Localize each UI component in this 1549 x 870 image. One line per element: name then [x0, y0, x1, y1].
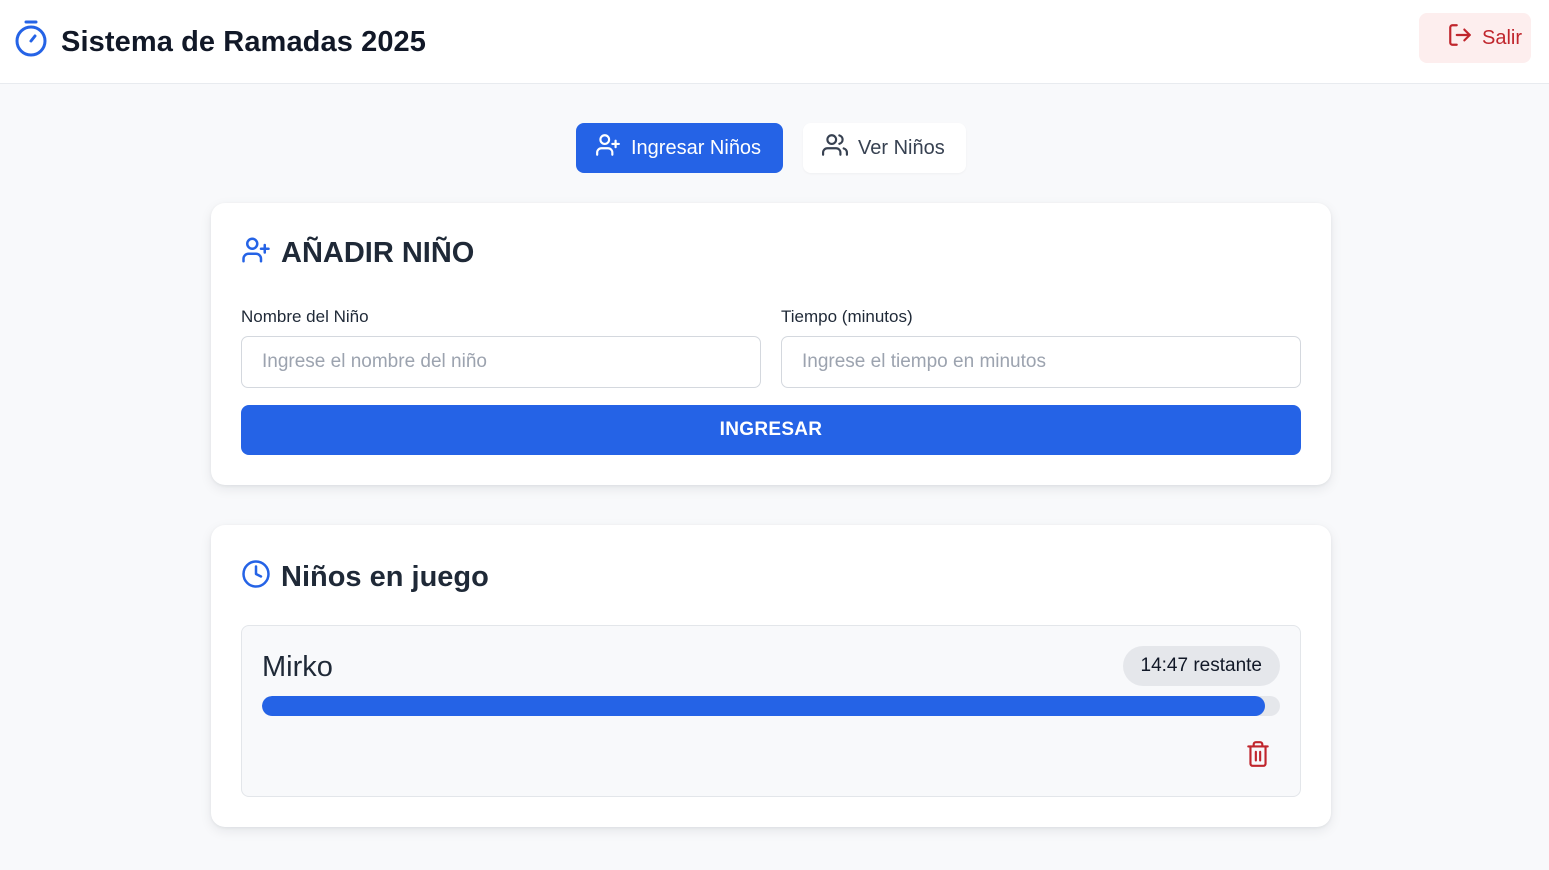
tab-label: Ingresar Niños: [631, 136, 762, 159]
name-field: Nombre del Niño: [241, 306, 761, 388]
time-input[interactable]: [781, 336, 1301, 388]
logout-label: Salir: [1482, 26, 1523, 49]
add-child-card: AÑADIR NIÑO Nombre del Niño Tiempo (minu…: [211, 203, 1331, 485]
stopwatch-icon: [14, 19, 48, 64]
progress-fill: [262, 696, 1265, 716]
playing-title: Niños en juego: [281, 560, 489, 593]
users-icon: [822, 132, 858, 164]
time-field: Tiempo (minutos): [781, 306, 1301, 388]
add-child-heading: AÑADIR NIÑO: [241, 235, 474, 270]
trash-icon: [1245, 741, 1271, 772]
app-title: Sistema de Ramadas 2025: [61, 25, 427, 58]
app-header: Sistema de Ramadas 2025 Salir: [0, 0, 1549, 84]
clock-icon: [241, 559, 271, 594]
log-out-icon: [1447, 22, 1473, 54]
user-plus-icon: [595, 132, 631, 164]
time-remaining-badge: 14:47 restante: [1122, 646, 1280, 686]
submit-button[interactable]: INGRESAR: [241, 405, 1301, 455]
child-name: Mirko: [262, 651, 333, 683]
add-child-title: AÑADIR NIÑO: [281, 236, 475, 269]
delete-button[interactable]: [1245, 740, 1271, 768]
playing-card: Niños en juego Mirko 14:47 restante: [211, 525, 1331, 827]
user-plus-icon: [241, 235, 271, 270]
list-item: Mirko 14:47 restante: [241, 625, 1301, 797]
playing-heading: Niños en juego: [241, 559, 489, 594]
progress-bar: [262, 696, 1280, 716]
logout-button[interactable]: Salir: [1419, 13, 1531, 63]
tab-label: Ver Niños: [858, 136, 945, 159]
name-label: Nombre del Niño: [241, 307, 369, 326]
time-label: Tiempo (minutos): [781, 307, 913, 326]
name-input[interactable]: [241, 336, 761, 388]
tab-ver-ninos[interactable]: Ver Niños: [803, 123, 966, 173]
brand: Sistema de Ramadas 2025: [14, 19, 426, 64]
tab-ingresar-ninos[interactable]: Ingresar Niños: [576, 123, 783, 173]
tab-bar: Ingresar Niños Ver Niños: [576, 123, 966, 173]
